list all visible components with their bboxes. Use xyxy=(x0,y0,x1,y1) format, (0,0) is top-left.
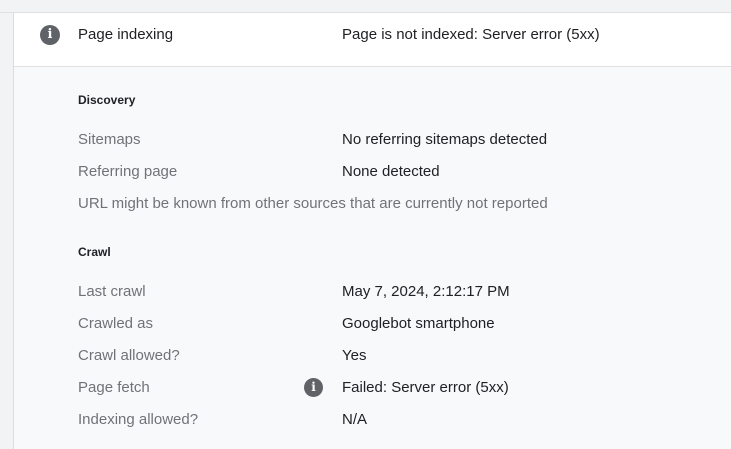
last-crawl-value: May 7, 2024, 2:12:17 PM xyxy=(342,283,510,300)
crawled-as-label: Crawled as xyxy=(78,315,154,332)
crawled-as-value: Googlebot smartphone xyxy=(342,315,495,332)
page-fetch-value: Failed: Server error (5xx) xyxy=(342,379,509,396)
page-fetch-label: Page fetch xyxy=(78,379,150,396)
sitemaps-value: No referring sitemaps detected xyxy=(342,131,548,148)
page-indexing-label: Page indexing xyxy=(78,26,174,43)
info-icon[interactable]: i xyxy=(304,378,323,397)
top-strip xyxy=(0,0,731,13)
crawl-allowed-label: Crawl allowed? xyxy=(78,347,180,364)
indexing-allowed-value: N/A xyxy=(342,411,368,428)
last-crawl-label: Last crawl xyxy=(78,283,146,300)
url-inspection-frame: i Page indexing Page is not indexed: Ser… xyxy=(0,0,731,449)
page-indexing-status: Page is not indexed: Server error (5xx) xyxy=(342,26,600,43)
crawl-section-title: Crawl xyxy=(78,245,111,259)
indexing-allowed-label: Indexing allowed? xyxy=(78,411,199,428)
sitemaps-label: Sitemaps xyxy=(78,131,141,148)
info-icon: i xyxy=(40,25,60,45)
referring-page-label: Referring page xyxy=(78,163,178,180)
discovery-section-title: Discovery xyxy=(78,93,136,107)
crawl-allowed-value: Yes xyxy=(342,347,367,364)
discovery-note: URL might be known from other sources th… xyxy=(78,195,548,212)
referring-page-value: None detected xyxy=(342,163,440,180)
